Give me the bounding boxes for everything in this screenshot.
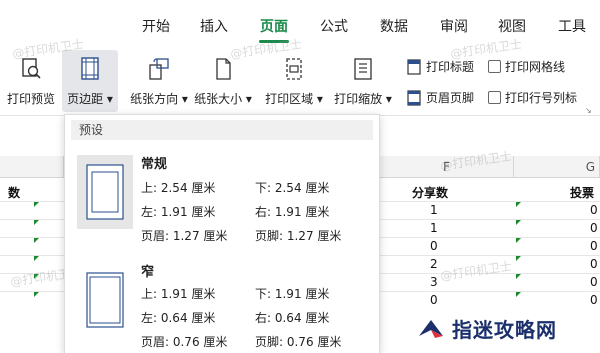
tab-review[interactable]: 审阅: [440, 16, 468, 36]
cell-vote-count[interactable]: 0: [590, 221, 598, 235]
number-as-text-indicator-icon: [516, 238, 521, 243]
margins-icon: [81, 57, 99, 80]
preset-narrow-bottom: 下: 1.91 厘米: [255, 287, 330, 301]
number-as-text-indicator-icon: [516, 202, 521, 207]
tab-view[interactable]: 视图: [498, 16, 526, 36]
number-as-text-indicator-icon: [516, 292, 521, 297]
cell-share-count[interactable]: 0: [430, 239, 438, 253]
preset-normal-title: 常规: [141, 157, 168, 172]
number-as-text-indicator-icon: [34, 274, 39, 279]
preset-narrow-title: 窄: [141, 265, 155, 280]
cell-vote-count[interactable]: 0: [590, 203, 598, 217]
cell-header-vote[interactable]: 投票: [570, 184, 594, 201]
header-footer-button[interactable]: 页眉页脚: [406, 89, 474, 106]
page-orientation-icon: [149, 58, 169, 80]
paper-size-button[interactable]: 纸张大小 ▾: [194, 50, 252, 112]
print-preview-icon: [22, 58, 41, 79]
tab-tools[interactable]: 工具: [558, 16, 586, 36]
orientation-button[interactable]: 纸张方向 ▾: [130, 50, 188, 112]
print-preview-button[interactable]: 打印预览: [4, 50, 58, 112]
page-margins-icon: [86, 164, 124, 220]
preset-normal-thumbnail[interactable]: [77, 155, 133, 229]
preset-normal-right: 右: 1.91 厘米: [255, 205, 330, 219]
number-as-text-indicator-icon: [34, 238, 39, 243]
tab-insert[interactable]: 插入: [200, 16, 228, 36]
cell-vote-count[interactable]: 0: [590, 293, 598, 307]
preset-normal-header: 页眉: 1.27 厘米: [141, 229, 228, 243]
cell-vote-count[interactable]: 0: [590, 275, 598, 289]
ribbon-tab-bar: 开始 插入 页面 公式 数据 审阅 视图 工具: [0, 0, 600, 44]
header-footer-icon: [407, 89, 421, 106]
preset-narrow-right: 右: 0.64 厘米: [255, 311, 330, 325]
site-logo: 指迷攻略网: [418, 314, 557, 343]
tab-page[interactable]: 页面: [260, 16, 288, 36]
number-as-text-indicator-icon: [516, 256, 521, 261]
preset-narrow-footer: 页脚: 0.76 厘米: [255, 335, 342, 349]
cell-share-count[interactable]: 3: [430, 275, 438, 289]
cell-vote-count[interactable]: 0: [590, 239, 598, 253]
number-as-text-indicator-icon: [34, 292, 39, 297]
tab-data[interactable]: 数据: [380, 16, 408, 36]
preset-narrow-header: 页眉: 0.76 厘米: [141, 335, 228, 349]
print-gridlines-checkbox[interactable]: 打印网格线: [488, 58, 565, 75]
cell-vote-count[interactable]: 0: [590, 257, 598, 271]
number-as-text-indicator-icon: [34, 220, 39, 225]
ribbon-toolbar: 打印预览 页边距 ▾ 纸张方向 ▾ 纸张大小 ▾ 打印区域 ▾ 打印缩放 ▾ 打…: [0, 44, 600, 116]
cell-share-count[interactable]: 1: [430, 221, 438, 235]
preset-narrow-thumbnail[interactable]: [77, 263, 133, 337]
column-header-e[interactable]: [0, 156, 64, 178]
number-as-text-indicator-icon: [34, 202, 39, 207]
print-area-button[interactable]: 打印区域 ▾: [262, 50, 326, 112]
preset-normal-footer: 页脚: 1.27 厘米: [255, 229, 342, 243]
print-scale-icon: [354, 58, 372, 80]
preset-normal-top: 上: 2.54 厘米: [141, 181, 216, 195]
print-titles-button[interactable]: 打印标题: [406, 58, 474, 75]
cell-share-count[interactable]: 2: [430, 257, 438, 271]
checkbox-icon[interactable]: [488, 91, 501, 104]
number-as-text-indicator-icon: [34, 256, 39, 261]
cell-share-count[interactable]: 0: [430, 293, 438, 307]
print-row-col-headers-checkbox[interactable]: 打印行号列标: [488, 89, 577, 106]
column-header-f[interactable]: F: [380, 156, 514, 178]
preset-narrow-left: 左: 0.64 厘米: [141, 311, 216, 325]
logo-text: 指迷攻略网: [452, 318, 557, 342]
logo-mark-icon: [419, 319, 443, 338]
print-titles-icon: [407, 58, 421, 75]
paper-size-icon: [216, 58, 231, 80]
margins-dropdown-panel: 预设 常规 上: 2.54 厘米 下: 2.54 厘米 左: 1.91 厘米 右…: [64, 114, 380, 353]
number-as-text-indicator-icon: [516, 274, 521, 279]
active-tab-indicator: [259, 40, 289, 43]
preset-section-header: 预设: [71, 120, 373, 140]
page-margins-icon: [86, 272, 124, 328]
print-area-icon: [286, 58, 302, 80]
print-scale-button[interactable]: 打印缩放 ▾: [332, 50, 394, 112]
margins-button[interactable]: 页边距 ▾: [62, 50, 118, 112]
column-header-g[interactable]: G: [514, 156, 600, 178]
tab-formula[interactable]: 公式: [320, 16, 348, 36]
preset-normal-left: 左: 1.91 厘米: [141, 205, 216, 219]
preset-narrow-top: 上: 1.91 厘米: [141, 287, 216, 301]
tab-home[interactable]: 开始: [142, 16, 170, 36]
preset-normal-bottom: 下: 2.54 厘米: [255, 181, 330, 195]
cell-header-share[interactable]: 分享数: [412, 184, 448, 201]
cell-header-left[interactable]: 数: [8, 184, 20, 201]
cell-share-count[interactable]: 1: [430, 203, 438, 217]
ribbon-expand-icon[interactable]: ↘: [585, 106, 592, 115]
number-as-text-indicator-icon: [516, 220, 521, 225]
checkbox-icon[interactable]: [488, 60, 501, 73]
